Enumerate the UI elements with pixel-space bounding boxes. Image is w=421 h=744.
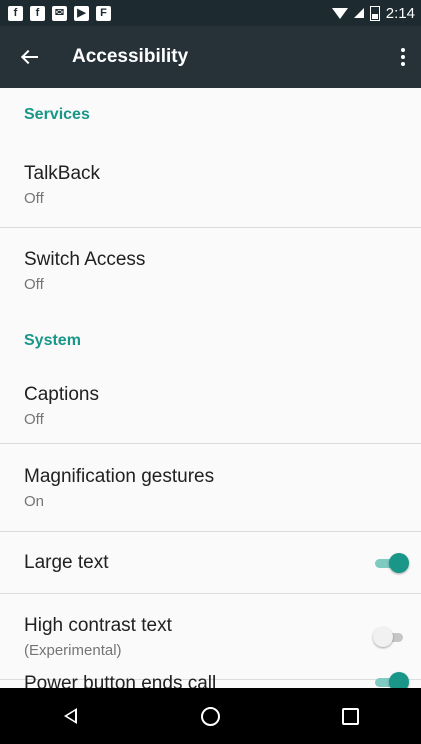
setting-summary: On xyxy=(24,492,45,510)
setting-summary: (Experimental) xyxy=(24,641,122,659)
setting-talkback[interactable]: TalkBack Off xyxy=(0,142,421,228)
high-contrast-text-toggle[interactable] xyxy=(373,626,405,647)
battery-icon xyxy=(369,5,380,21)
setting-summary: Off xyxy=(24,189,44,207)
power-button-ends-call-toggle[interactable] xyxy=(375,672,409,688)
toggle-thumb xyxy=(389,672,409,688)
wifi-icon xyxy=(331,7,348,19)
setting-title: Magnification gestures xyxy=(24,465,215,487)
setting-title: Switch Access xyxy=(24,249,146,270)
facebook-icon: f xyxy=(8,5,23,21)
home-circle-icon xyxy=(200,706,220,726)
status-bar: f f ✉ ▶ F 2:14 xyxy=(0,0,421,26)
setting-title: Power button ends call xyxy=(24,673,217,688)
facebook-icon: f xyxy=(30,5,45,21)
nav-back-button[interactable] xyxy=(40,696,100,736)
setting-title: Large text xyxy=(24,551,109,573)
setting-magnification-gestures[interactable]: Magnification gestures On xyxy=(0,444,421,532)
nav-home-button[interactable] xyxy=(180,696,240,736)
back-triangle-icon xyxy=(63,708,77,724)
setting-large-text[interactable]: Large text xyxy=(0,532,421,594)
toggle-thumb xyxy=(373,626,393,647)
setting-title: TalkBack xyxy=(24,162,101,184)
overflow-menu-icon[interactable] xyxy=(397,45,409,69)
setting-captions[interactable]: Captions Off xyxy=(0,368,421,444)
settings-screen: f f ✉ ▶ F 2:14 Accessibility Services Ta… xyxy=(0,0,421,744)
nav-recents-button[interactable] xyxy=(321,696,381,736)
section-header-services: Services xyxy=(24,106,90,123)
setting-title: High contrast text xyxy=(24,614,172,636)
setting-switch-access[interactable]: Switch Access Off xyxy=(0,228,421,314)
app-toolbar: Accessibility xyxy=(0,26,421,88)
toggle-thumb xyxy=(389,552,409,573)
signal-icon xyxy=(353,8,364,18)
clock: 2:14 xyxy=(385,4,415,22)
recents-square-icon xyxy=(342,707,360,725)
setting-summary: Off xyxy=(24,276,44,293)
large-text-toggle[interactable] xyxy=(375,552,409,573)
navigation-bar xyxy=(0,688,421,744)
page-title: Accessibility xyxy=(72,46,189,67)
back-arrow-icon[interactable] xyxy=(20,47,48,67)
settings-list[interactable]: Services TalkBack Off Switch Access Off … xyxy=(0,88,421,688)
flipboard-icon: F xyxy=(96,5,111,21)
section-header-system: System xyxy=(24,332,81,349)
youtube-icon: ▶ xyxy=(74,5,89,21)
setting-power-button-ends-call[interactable]: Power button ends call xyxy=(0,658,421,688)
setting-summary: Off xyxy=(24,410,44,428)
mail-icon: ✉ xyxy=(52,5,67,21)
setting-title: Captions xyxy=(24,383,99,405)
